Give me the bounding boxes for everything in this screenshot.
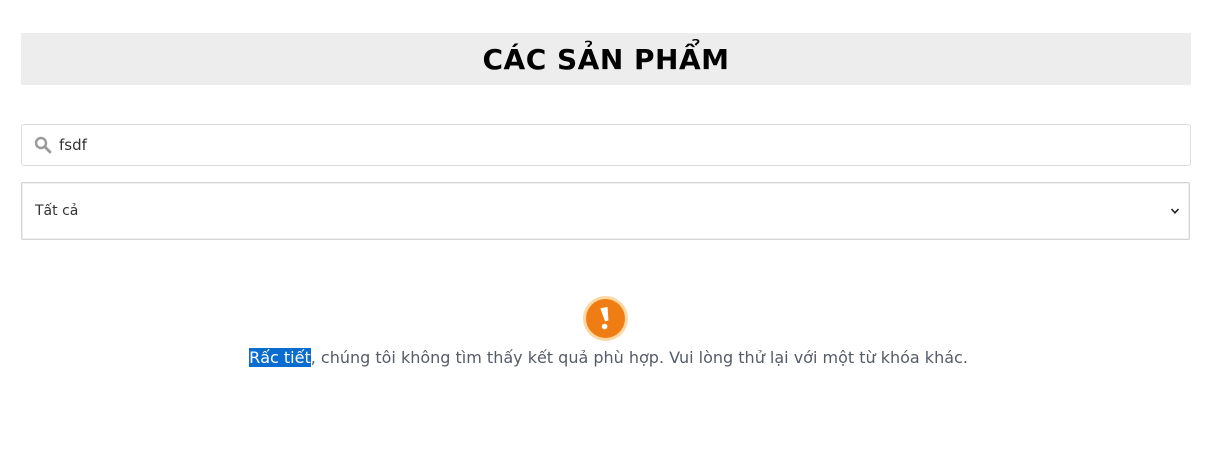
search-icon — [33, 135, 53, 155]
products-page: CÁC SẢN PHẨM Tất cả Rấc tiết, chúng tôi … — [0, 0, 1217, 455]
warning-icon — [582, 295, 629, 342]
selected-text: Rấc tiết — [249, 348, 311, 367]
no-results-text: , chúng tôi không tìm thấy kết quả phù h… — [310, 348, 968, 367]
search-box[interactable] — [21, 124, 1191, 166]
category-select-value: Tất cả — [35, 203, 79, 219]
category-select[interactable]: Tất cả — [21, 182, 1190, 240]
search-input[interactable] — [59, 136, 1159, 154]
chevron-down-icon — [1169, 205, 1181, 217]
page-title: CÁC SẢN PHẨM — [482, 42, 730, 76]
no-results-message: Rấc tiết, chúng tôi không tìm thấy kết q… — [0, 347, 1217, 369]
page-title-bar: CÁC SẢN PHẨM — [21, 33, 1191, 85]
